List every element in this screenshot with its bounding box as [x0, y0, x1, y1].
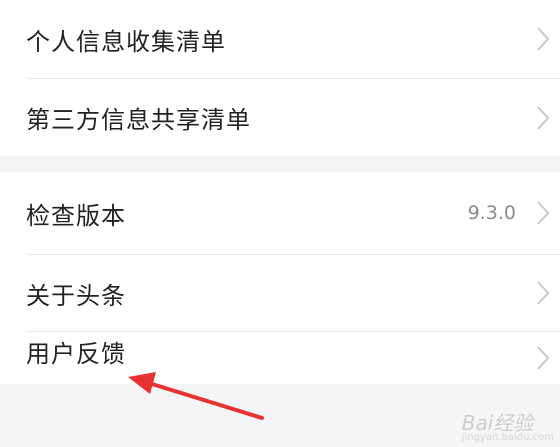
watermark-url: jingyan.baidu.com [461, 432, 554, 443]
watermark: Bai经验 jingyan.baidu.com [462, 413, 554, 443]
annotation-arrow-icon [128, 372, 264, 420]
